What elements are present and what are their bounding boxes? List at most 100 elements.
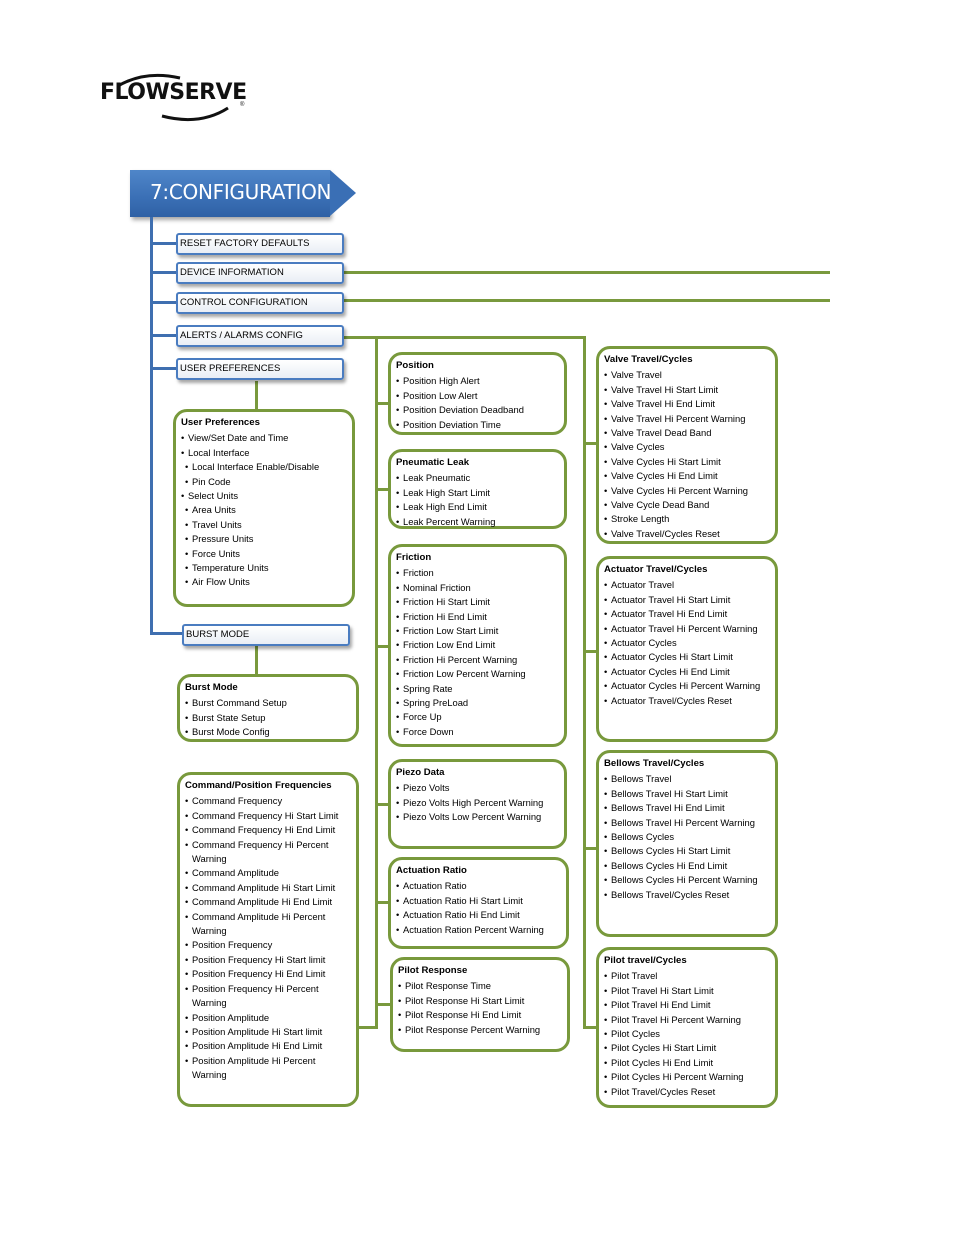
menu-item-label: USER PREFERENCES: [180, 363, 281, 374]
box-item-list: Bellows TravelBellows Travel Hi Start Li…: [604, 772, 769, 902]
box-title: Pilot travel/Cycles: [604, 955, 687, 966]
list-item: Position Deviation Deadband: [396, 403, 558, 418]
list-item: Nominal Friction: [396, 581, 558, 596]
header-title: 7:CONFIGURATION: [150, 180, 332, 204]
box-item-list: Pilot Response TimePilot Response Hi Sta…: [398, 979, 561, 1037]
box-item-list: Position High AlertPosition Low AlertPos…: [396, 374, 558, 432]
box-pilot-response: Pilot ResponsePilot Response TimePilot R…: [390, 957, 570, 1052]
list-item: Position Amplitude: [185, 1011, 350, 1026]
list-item: Command Frequency: [185, 794, 350, 809]
box-item-list: Piezo VoltsPiezo Volts High Percent Warn…: [396, 781, 558, 825]
connector-control-config-out: [342, 299, 830, 302]
menu-item-reset-factory-defaults[interactable]: RESET FACTORY DEFAULTS: [176, 233, 344, 255]
connector-device-info: [150, 271, 176, 274]
configuration-header[interactable]: 7:CONFIGURATION: [130, 170, 356, 217]
list-item: Actuation Ration Percent Warning: [396, 923, 560, 938]
box-item-list: Actuation RatioActuation Ratio Hi Start …: [396, 879, 560, 937]
list-item: Piezo Volts High Percent Warning: [396, 796, 558, 811]
list-item: Pilot Cycles Hi End Limit: [604, 1056, 769, 1071]
list-item: Actuation Ratio Hi End Limit: [396, 908, 560, 923]
list-item: Bellows Travel Hi Percent Warning: [604, 816, 769, 831]
list-item: Command Frequency Hi Start Limit: [185, 809, 350, 824]
connector-burst: [150, 632, 182, 635]
menu-item-alerts-alarms-config[interactable]: ALERTS / ALARMS CONFIG: [176, 325, 344, 347]
list-item: Bellows Travel Hi Start Limit: [604, 787, 769, 802]
list-item: Spring Rate: [396, 682, 558, 697]
list-item: Bellows Cycles Hi End Limit: [604, 859, 769, 874]
list-item: Position Frequency Hi Start limit: [185, 953, 350, 968]
box-title: Burst Mode: [185, 682, 238, 693]
box-friction: FrictionFrictionNominal FrictionFriction…: [388, 544, 567, 747]
list-item: Valve Cycles Hi Start Limit: [604, 455, 769, 470]
list-item: View/Set Date and Time: [181, 431, 346, 446]
list-item: Pilot Response Percent Warning: [398, 1023, 561, 1038]
menu-item-burst-mode[interactable]: BURST MODE: [182, 624, 350, 646]
list-item: Friction Low Start Limit: [396, 624, 558, 639]
list-item: Friction Hi Start Limit: [396, 595, 558, 610]
connector-alerts: [150, 334, 176, 337]
list-item: Actuation Ratio Hi Start Limit: [396, 894, 560, 909]
connector-command-position: [357, 1026, 377, 1029]
box-item-list: Leak PneumaticLeak High Start LimitLeak …: [396, 471, 558, 529]
list-item: Pilot Travel/Cycles Reset: [604, 1085, 769, 1100]
list-item: Air Flow Units: [185, 575, 346, 590]
menu-item-label: ALERTS / ALARMS CONFIG: [180, 330, 303, 341]
connector-alerts-right-trunk: [583, 336, 586, 1029]
list-item: Command Amplitude Hi End Limit: [185, 895, 350, 910]
box-piezo-data: Piezo Data Piezo VoltsPiezo Volts High Pe…: [388, 759, 567, 849]
list-item: Command Frequency Hi Percent Warning: [185, 838, 350, 867]
box-title: Friction: [396, 552, 432, 563]
list-item: Local Interface: [181, 446, 346, 461]
list-item: Burst Mode Config: [185, 725, 350, 740]
box-item-list: Pilot TravelPilot Travel Hi Start LimitP…: [604, 969, 769, 1099]
list-item: Position Frequency: [185, 938, 350, 953]
list-item: Valve Travel Dead Band: [604, 426, 769, 441]
list-item: Actuation Ratio: [396, 879, 560, 894]
box-title: Command/Position Frequencies: [185, 780, 332, 791]
menu-item-control-configuration[interactable]: CONTROL CONFIGURATION: [176, 292, 344, 314]
list-item: Actuator Travel/Cycles Reset: [604, 694, 769, 709]
list-item: Actuator Travel: [604, 578, 769, 593]
list-item: Pilot Response Hi Start Limit: [398, 994, 561, 1009]
logo-text: FLOWSERVE: [100, 80, 247, 105]
list-item: Bellows Travel: [604, 772, 769, 787]
box-item-list: Valve TravelValve Travel Hi Start LimitV…: [604, 368, 769, 541]
list-item: Temperature Units: [185, 561, 346, 576]
list-item: Valve Travel Hi Start Limit: [604, 383, 769, 398]
connector-pilot-response: [375, 1003, 390, 1006]
box-valve-travel-cycles: Valve Travel/CyclesValve TravelValve Tra…: [596, 346, 778, 544]
box-actuation-ratio: Actuation RatioActuation RatioActuation …: [388, 857, 569, 949]
list-item: Bellows Travel Hi End Limit: [604, 801, 769, 816]
list-item: Pilot Travel Hi End Limit: [604, 998, 769, 1013]
list-item: Pilot Travel Hi Start Limit: [604, 984, 769, 999]
box-user-preferences: User PreferencesView/Set Date and TimeLo…: [173, 409, 355, 607]
menu-item-label: BURST MODE: [186, 629, 250, 640]
list-item: Spring PreLoad: [396, 696, 558, 711]
connector-alerts-left-trunk: [375, 336, 378, 1029]
list-item: Actuator Cycles Hi Start Limit: [604, 650, 769, 665]
list-item: Bellows Travel/Cycles Reset: [604, 888, 769, 903]
list-item: Valve Cycle Dead Band: [604, 498, 769, 513]
connector-user-prefs: [150, 367, 176, 370]
list-item: Leak Percent Warning: [396, 515, 558, 530]
box-title: Actuator Travel/Cycles: [604, 564, 708, 575]
box-pilot-travel-cycles: Pilot travel/Cycles Pilot TravelPilot Tra…: [596, 947, 778, 1108]
list-item: Force Units: [185, 547, 346, 562]
connector-reset: [150, 242, 176, 245]
box-burst-mode: Burst Mode Burst Command SetupBurst State…: [177, 674, 359, 742]
list-item: Force Down: [396, 725, 558, 740]
box-item-list: Burst Command SetupBurst State SetupBurs…: [185, 696, 350, 740]
box-title: Actuation Ratio: [396, 865, 467, 876]
list-item: Friction: [396, 566, 558, 581]
menu-item-user-preferences[interactable]: USER PREFERENCES: [176, 358, 344, 380]
list-item: Command Frequency Hi End Limit: [185, 823, 350, 838]
box-title: Bellows Travel/Cycles: [604, 758, 705, 769]
list-item: Bellows Cycles Hi Start Limit: [604, 844, 769, 859]
list-item: Burst State Setup: [185, 711, 350, 726]
box-item-list: View/Set Date and TimeLocal InterfaceLoc…: [181, 431, 346, 590]
connector-alerts-out: [342, 336, 586, 339]
connector-device-info-out: [342, 271, 830, 274]
list-item: Actuator Travel Hi Percent Warning: [604, 622, 769, 637]
list-item: Command Amplitude Hi Start Limit: [185, 881, 350, 896]
menu-item-device-information[interactable]: DEVICE INFORMATION: [176, 262, 344, 284]
